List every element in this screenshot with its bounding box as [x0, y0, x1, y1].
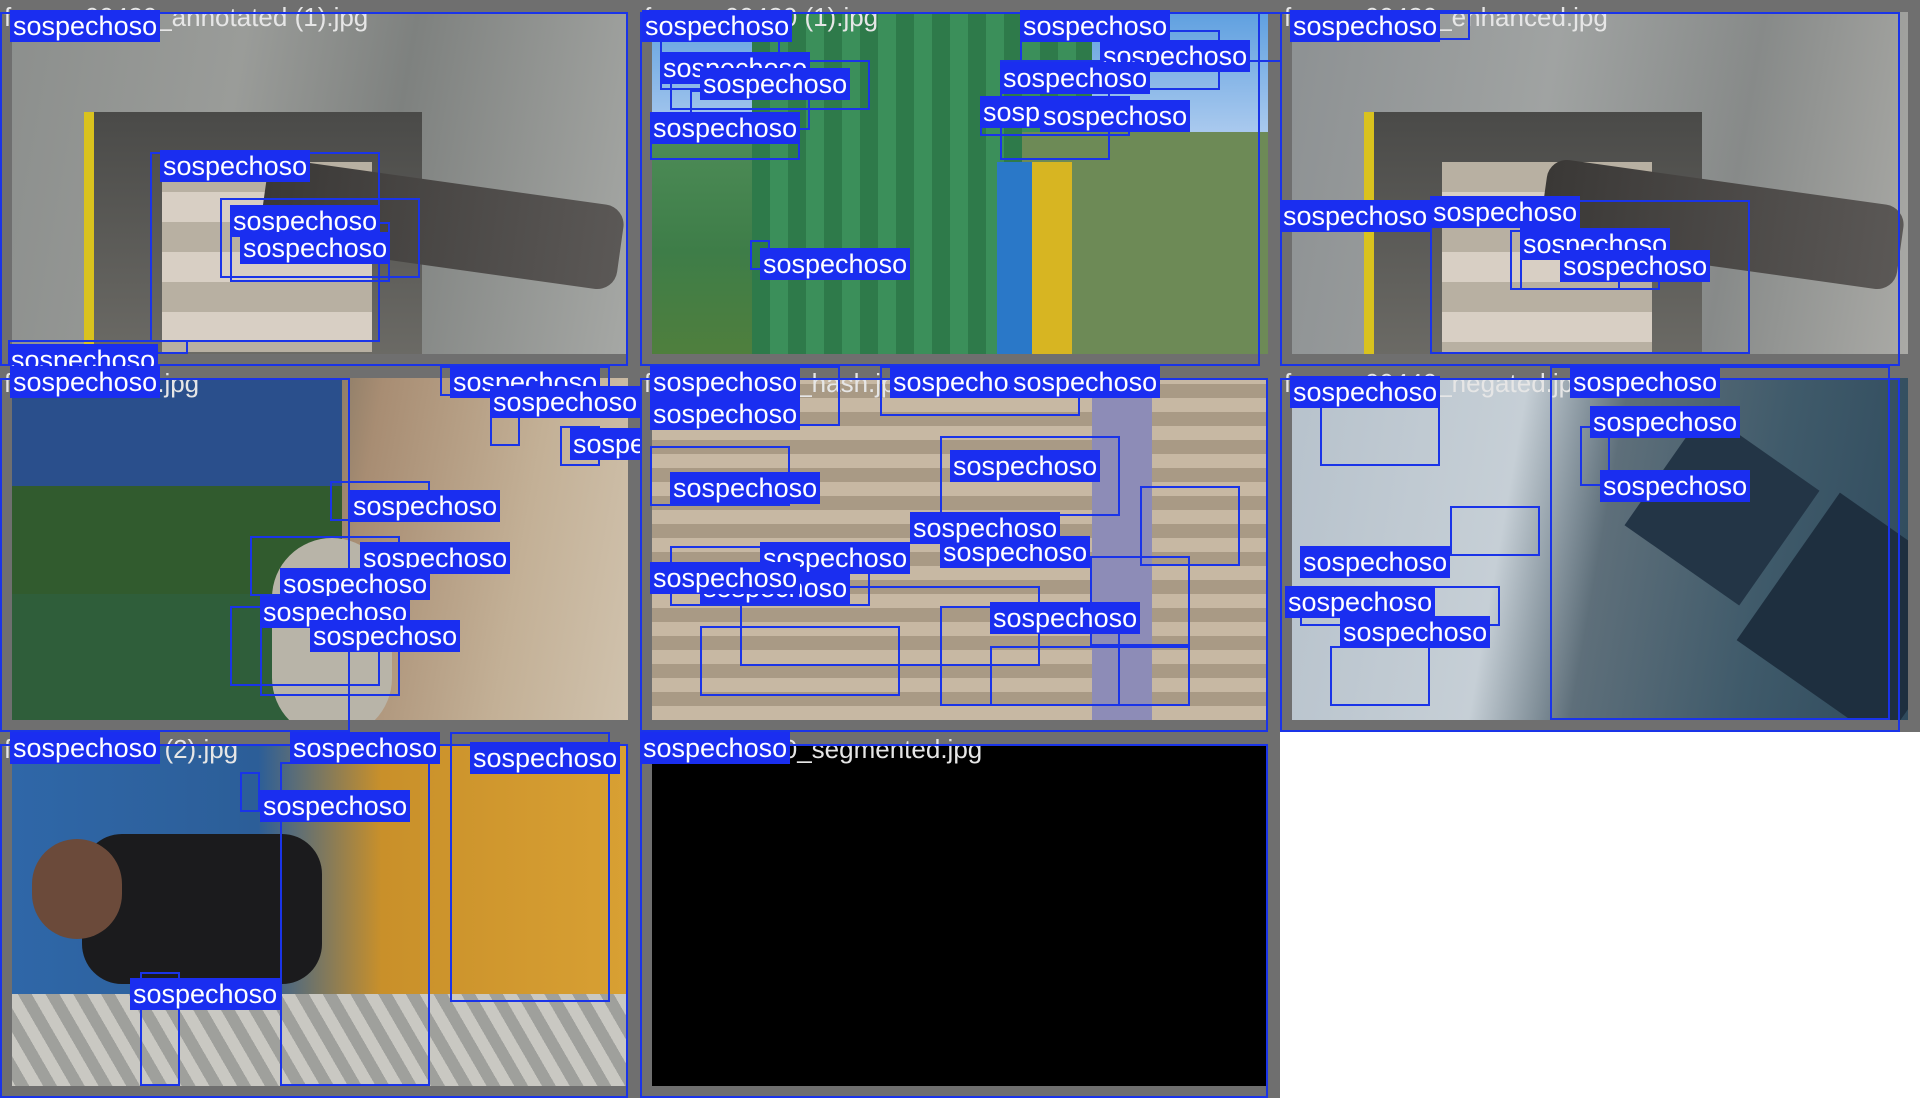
- detection-label: sospechoso: [1010, 366, 1161, 398]
- detection-box: [1450, 506, 1540, 556]
- detection-label: sospechoso: [1285, 586, 1436, 618]
- detection-label: sospechoso: [1430, 196, 1581, 228]
- detection-box: [990, 646, 1190, 706]
- detection-box: [1330, 646, 1430, 706]
- detection-label: sospechoso: [1600, 470, 1751, 502]
- detection-label: sospechoso: [490, 386, 640, 418]
- detection-box: [700, 626, 900, 696]
- detection-label: sospechoso: [760, 248, 911, 280]
- image-tile[interactable]: frame_00430 (2).jpg sospechososospechoso…: [0, 732, 640, 1098]
- image-tile[interactable]: frame_00420_enhanced.jpg sospechoso sospe…: [1280, 0, 1920, 366]
- detection-label: sospechoso: [570, 428, 640, 460]
- detection-box: [1140, 486, 1240, 566]
- image-tile[interactable]: frame_00440_negated.jpg sospechososospec…: [1280, 366, 1920, 732]
- detection-label: sospechoso: [650, 398, 801, 430]
- detection-label: sospechoso: [650, 112, 801, 144]
- detection-label: sospechoso: [1280, 200, 1431, 232]
- detection-label: sospechoso: [700, 68, 851, 100]
- detection-label: sospechoso: [990, 602, 1141, 634]
- detection-label: sospechoso: [642, 10, 793, 42]
- detection-label: sospechoso: [470, 742, 621, 774]
- detection-box: [640, 744, 1268, 1098]
- detection-label: sospechoso: [160, 150, 311, 182]
- detection-label: sospechoso: [1290, 376, 1441, 408]
- detection-label: sospechoso: [10, 732, 161, 764]
- detection-label: sospechoso: [1560, 250, 1711, 282]
- detection-label: sospechoso: [670, 472, 821, 504]
- detection-box: [240, 772, 260, 812]
- detection-label: sospechoso: [1000, 62, 1151, 94]
- detection-label: sospechoso: [950, 450, 1101, 482]
- detection-label: sospechoso: [910, 512, 1061, 544]
- detection-label: sospechoso: [10, 10, 161, 42]
- detection-label: sospechoso: [650, 366, 801, 398]
- detection-label: sospechoso: [1340, 616, 1491, 648]
- detection-label: sospechoso: [1040, 100, 1191, 132]
- image-tile[interactable]: frame_00430_hash.jpg sospechososospechos…: [640, 366, 1280, 732]
- detection-label: sospechoso: [1590, 406, 1741, 438]
- detection-label: sospechoso: [650, 562, 801, 594]
- detection-label: sospechoso: [290, 732, 441, 764]
- detection-label: sospechoso: [350, 490, 501, 522]
- detection-label: sospechoso: [1020, 10, 1171, 42]
- detection-label: sospechoso: [1290, 10, 1441, 42]
- image-tile[interactable]: frame_00430.jpg sospechososospechosososp…: [0, 366, 640, 732]
- detection-label: sospechoso: [10, 366, 161, 398]
- detection-label: sospechoso: [240, 232, 391, 264]
- detection-label: sospechoso: [1570, 366, 1721, 398]
- detection-label: sospechoso: [1300, 546, 1451, 578]
- image-tile[interactable]: frame_00420 (1).jpg sospechososospechoso…: [640, 0, 1280, 366]
- detection-label: sospechoso: [130, 978, 281, 1010]
- detection-label: sospechoso: [260, 790, 411, 822]
- image-tile[interactable]: frame_00420_segmented.jpg sospechoso: [640, 732, 1280, 1098]
- image-tile[interactable]: frame_00420_annotated (1).jpg sospechoso…: [0, 0, 640, 366]
- detection-label: sospechoso: [640, 732, 791, 764]
- detection-label: sospechoso: [8, 344, 159, 366]
- detection-label: sospechoso: [310, 620, 461, 652]
- detection-mosaic: frame_00420_annotated (1).jpg sospechoso…: [0, 0, 1920, 1098]
